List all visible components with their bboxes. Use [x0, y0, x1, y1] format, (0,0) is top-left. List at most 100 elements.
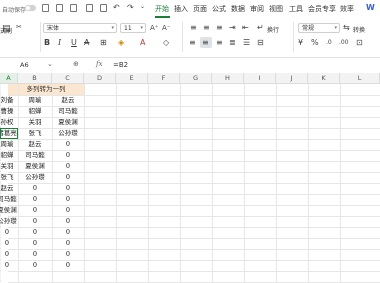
convert-button[interactable]: 转换 [353, 25, 365, 34]
underline-button[interactable]: U [71, 38, 77, 48]
cell[interactable]: 司马懿 [52, 106, 84, 117]
clear-format-icon[interactable]: ◇ [163, 38, 169, 48]
cell[interactable]: 0 [18, 194, 52, 205]
row-column-icon[interactable]: ⊡ [356, 38, 363, 48]
cell[interactable]: 0 [0, 249, 18, 260]
formula-input[interactable]: =B2 [113, 58, 128, 72]
wrap-text-button[interactable]: 换行 [267, 25, 279, 34]
cell[interactable]: 0 [52, 183, 84, 194]
column-header-a[interactable]: A [0, 73, 18, 84]
cell[interactable]: 貂蝉 [18, 106, 52, 117]
tab-0[interactable]: 开始 [155, 4, 169, 14]
tab-7[interactable]: 工具 [289, 4, 303, 14]
decrease-decimal-icon[interactable]: .00 [339, 38, 349, 48]
cell[interactable]: 0 [52, 205, 84, 216]
autosave-toggle[interactable] [25, 5, 36, 11]
cell[interactable]: 0 [52, 227, 84, 238]
border-icon[interactable]: ⊞ [100, 38, 107, 48]
cell[interactable]: 0 [18, 183, 52, 194]
column-header-l[interactable]: L [340, 73, 380, 84]
increase-font-icon[interactable]: A⁺ [150, 23, 158, 33]
tab-3[interactable]: 公式 [212, 4, 226, 14]
cell[interactable]: 0 [18, 238, 52, 249]
cell[interactable]: 司马懿 [0, 194, 18, 205]
increase-decimal-icon[interactable]: .0 [326, 38, 332, 48]
convert-icon[interactable]: ⇆ [343, 23, 350, 33]
cell[interactable]: 0 [18, 227, 52, 238]
fill-color-icon[interactable]: ◈ [118, 38, 124, 48]
align-center-icon[interactable]: ≡ [202, 38, 209, 48]
cell[interactable]: 0 [52, 260, 84, 271]
align-top-icon[interactable]: ≡ [190, 23, 197, 33]
currency-icon[interactable]: ¥ [298, 38, 303, 48]
column-header-k[interactable]: K [308, 73, 340, 84]
redo-icon[interactable]: ↷ [127, 3, 134, 13]
font-name-select[interactable]: 宋体 ▾ [43, 23, 117, 33]
cell[interactable]: 关羽 [0, 161, 18, 172]
cell[interactable]: 夏侯渊 [18, 161, 52, 172]
cell[interactable]: 刘备 [0, 95, 18, 106]
row-header[interactable] [0, 84, 1, 95]
font-size-select[interactable]: 11 ▾ [120, 23, 146, 33]
cell[interactable]: 赵云 [0, 183, 18, 194]
cell[interactable]: 0 [0, 238, 18, 249]
cell[interactable]: 曹操 [0, 106, 18, 117]
bold-button[interactable]: B [44, 38, 50, 48]
align-left-icon[interactable]: ≡ [189, 38, 196, 48]
distributed-icon[interactable]: ☰ [243, 38, 250, 48]
function-icon[interactable]: fx [96, 60, 103, 68]
zoom-icon[interactable]: ⊕ [73, 60, 79, 68]
row-header[interactable] [0, 271, 1, 282]
print-icon[interactable] [86, 4, 93, 12]
wps-ai-button[interactable]: W [366, 3, 375, 12]
format-painter-label[interactable]: 式刷 [0, 26, 12, 35]
scissors-icon[interactable]: ✂ [16, 22, 22, 32]
tab-8[interactable]: 会员专享 [308, 4, 336, 14]
tab-6[interactable]: 视图 [269, 4, 283, 14]
tab-1[interactable]: 插入 [174, 4, 188, 14]
save-icon[interactable] [56, 4, 63, 12]
cell[interactable]: 0 [52, 194, 84, 205]
outdent-icon[interactable]: ⇤ [242, 23, 249, 33]
chevron-down-icon[interactable]: ⌄ [47, 60, 53, 68]
cell[interactable]: 夏侯渊 [52, 117, 84, 128]
print-preview-icon[interactable] [100, 4, 107, 12]
italic-button[interactable]: I [58, 38, 61, 48]
tab-2[interactable]: 页面 [193, 4, 207, 14]
cell[interactable]: 孙权 [0, 117, 18, 128]
column-header-e[interactable]: E [116, 73, 148, 84]
align-bottom-icon[interactable]: ≡ [216, 23, 223, 33]
cell[interactable]: 0 [52, 161, 84, 172]
tab-4[interactable]: 数据 [231, 4, 245, 14]
justify-icon[interactable]: ≣ [229, 38, 236, 48]
tab-5[interactable]: 审阅 [250, 4, 264, 14]
cell[interactable]: 貂蝉 [0, 150, 18, 161]
cell[interactable]: 张飞 [18, 128, 52, 139]
cell[interactable]: 0 [52, 238, 84, 249]
cell[interactable]: 公孙瓒 [0, 216, 18, 227]
cell[interactable]: 0 [52, 216, 84, 227]
column-header-c[interactable]: C [52, 73, 84, 84]
column-header-f[interactable]: F [148, 73, 180, 84]
number-format-select[interactable]: 常规 ▾ [298, 23, 340, 33]
tab-9[interactable]: 效率 [340, 4, 354, 14]
cell[interactable]: 司马懿 [18, 150, 52, 161]
cell[interactable]: 夏侯渊 [0, 205, 18, 216]
export-icon[interactable] [70, 4, 77, 12]
cell[interactable]: 张飞 [0, 172, 18, 183]
cell[interactable]: 0 [52, 150, 84, 161]
align-right-icon[interactable]: ≡ [216, 38, 223, 48]
cell[interactable]: 0 [52, 139, 84, 150]
cell[interactable]: 周瑜 [18, 95, 52, 106]
column-header-i[interactable]: I [244, 73, 276, 84]
column-header-b[interactable]: B [18, 73, 52, 84]
cell[interactable]: 0 [52, 249, 84, 260]
percent-icon[interactable]: % [311, 38, 319, 48]
cell[interactable]: 0 [0, 260, 18, 271]
column-header-h[interactable]: H [212, 73, 244, 84]
align-middle-icon[interactable]: ≡ [203, 23, 210, 33]
cell[interactable]: 赵云 [18, 139, 52, 150]
merged-title-cell[interactable]: 多列转为一列 [8, 84, 84, 95]
spreadsheet-grid[interactable]: 多列转为一列 A B C D E F G H I J K L 刘备 周瑜 赵云 曹操 貂蝉 司马懿 孙权 关羽 夏侯渊诸… [0, 73, 380, 283]
strikethrough-button[interactable]: A [84, 38, 89, 48]
